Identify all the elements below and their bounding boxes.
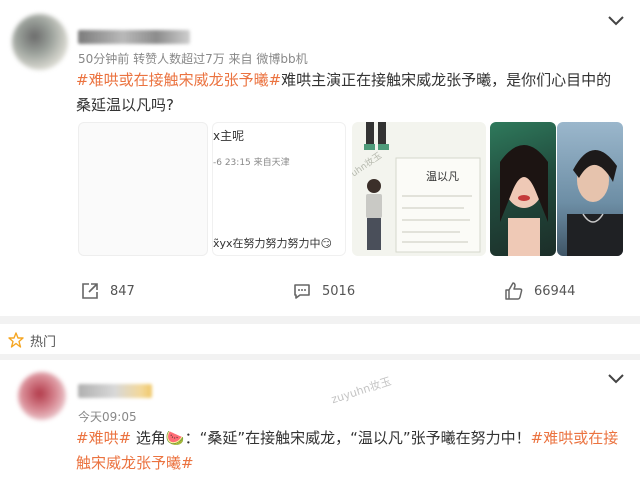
- hashtag-link[interactable]: #难哄#: [76, 429, 131, 447]
- portrait-photo: [500, 145, 548, 256]
- hot-label: 热门: [30, 335, 57, 350]
- thumb-text: -6 23:15 来自天津: [213, 158, 290, 168]
- thumbs-up-icon: [505, 282, 523, 300]
- share-icon: [82, 283, 98, 299]
- portrait-photo: [567, 149, 623, 256]
- post-body: 选角🍉：“桑延”在接触宋威龙，“温以凡”张予曦在努力中！: [131, 429, 531, 447]
- username[interactable]: [78, 30, 190, 44]
- image-thumb[interactable]: 温以凡 zuyuhn妆玉: [352, 122, 486, 256]
- comment-button[interactable]: 5016: [292, 280, 355, 302]
- image-thumb[interactable]: [490, 122, 556, 256]
- watermark: zuyuhn妆玉: [329, 374, 393, 407]
- image-thumb[interactable]: [557, 122, 623, 256]
- image-thumb[interactable]: x主呢 -6 23:15 来自天津 x̃yx在努力努力努力中😏: [212, 122, 346, 256]
- avatar[interactable]: [18, 372, 66, 420]
- post-card: zuyuhn妆玉 今天09:05 #难哄# 选角🍉：“桑延”在接触宋威龙，“温以…: [0, 360, 640, 483]
- like-heart-icon: [8, 332, 24, 348]
- hot-section-header: 热门: [0, 324, 640, 354]
- post-text: #难哄或在接触宋威龙张予曦#难哄主演正在接触宋威龙张予曦，是你们心目中的桑延温以…: [76, 68, 624, 118]
- hashtag-link[interactable]: #难哄或在接触宋威龙张予曦#: [76, 71, 281, 89]
- post-text: #难哄# 选角🍉：“桑延”在接触宋威龙，“温以凡”张予曦在努力中！#难哄或在接触…: [76, 426, 626, 476]
- like-button[interactable]: 66944: [504, 280, 575, 302]
- card-title: 温以凡: [426, 170, 459, 183]
- thumb-text: x̃yx在努力努力努力中😏: [213, 237, 332, 250]
- avatar[interactable]: [12, 14, 68, 70]
- thumb-text: x主呢: [213, 129, 245, 143]
- repost-button[interactable]: 847: [80, 280, 135, 302]
- comment-icon: [294, 284, 310, 299]
- character-illustration: [364, 122, 481, 253]
- comment-count: 5016: [322, 283, 356, 299]
- repost-count: 847: [110, 283, 135, 299]
- like-count: 66944: [534, 283, 576, 299]
- chevron-down-icon[interactable]: [606, 14, 626, 28]
- post-card: 50分钟前 转赞人数超过7万 来自 微博bb机 #难哄或在接触宋威龙张予曦#难哄…: [0, 0, 640, 316]
- image-thumb[interactable]: [78, 122, 208, 256]
- post-meta: 今天09:05: [78, 410, 137, 424]
- chevron-down-icon[interactable]: [606, 372, 626, 386]
- username[interactable]: [78, 384, 152, 398]
- post-meta: 50分钟前 转赞人数超过7万 来自 微博bb机: [78, 52, 308, 66]
